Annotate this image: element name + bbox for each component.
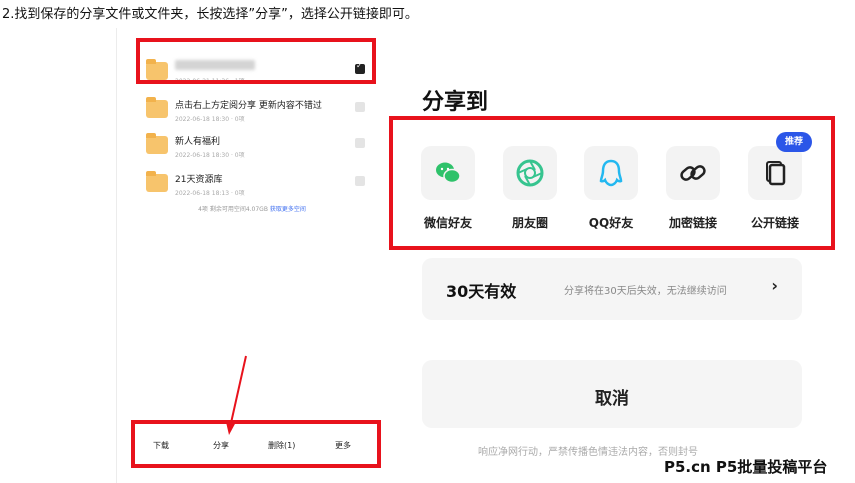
- share-option-label: 微信好友: [423, 216, 472, 230]
- share-option-qq[interactable]: QQ好友: [584, 146, 638, 240]
- recommend-badge: 推荐: [776, 132, 812, 152]
- share-option-label: 朋友圈: [511, 216, 548, 230]
- qq-icon: [599, 159, 623, 187]
- watermark: P5.cn P5批量投稿平台: [662, 456, 830, 477]
- cancel-button[interactable]: 取消: [422, 360, 802, 428]
- link-icon: [680, 165, 706, 181]
- moments-icon: [516, 159, 544, 187]
- cancel-label: 取消: [595, 389, 629, 409]
- validity-option[interactable]: 30天有效 分享将在30天后失效，无法继续访问 ›: [422, 258, 802, 320]
- share-sheet-title: 分享到: [422, 90, 489, 115]
- share-option-wechat[interactable]: 微信好友: [421, 146, 475, 240]
- share-option-encrypted-link[interactable]: 加密链接: [666, 146, 720, 240]
- document-icon: [766, 161, 786, 186]
- share-option-moments[interactable]: 朋友圈: [503, 146, 557, 240]
- share-option-label: 加密链接: [668, 216, 717, 230]
- share-option-label: QQ好友: [588, 216, 634, 230]
- validity-label: 30天有效: [446, 282, 517, 301]
- share-option-label: 公开链接: [750, 216, 799, 230]
- validity-description: 分享将在30天后失效，无法继续访问: [564, 286, 727, 297]
- chevron-right-icon: ›: [771, 276, 778, 295]
- wechat-icon: [436, 162, 461, 184]
- share-option-public-link[interactable]: 公开链接: [748, 146, 802, 240]
